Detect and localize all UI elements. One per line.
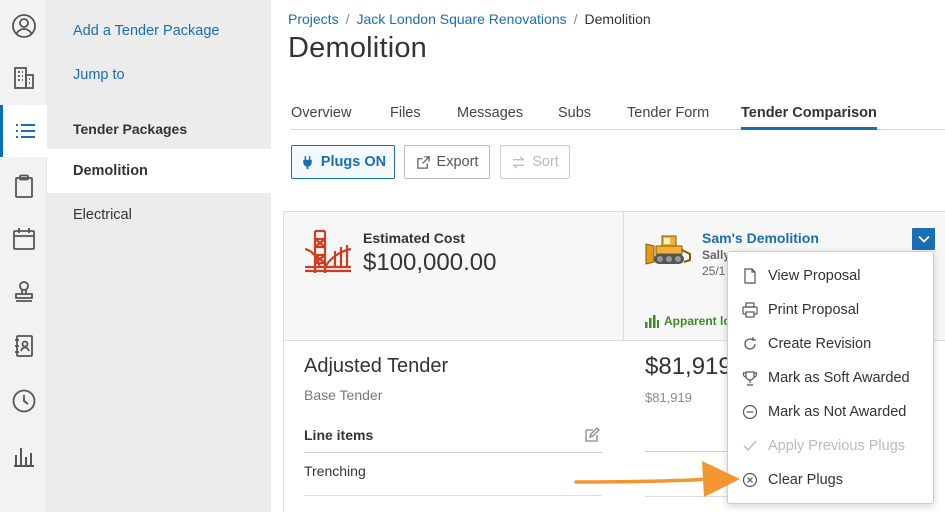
breadcrumb-separator: / (345, 11, 350, 27)
breadcrumb-separator: / (573, 11, 578, 27)
estimated-cost-label: Estimated Cost (363, 230, 465, 246)
tab-tender-comparison[interactable]: Tender Comparison (741, 105, 877, 130)
address-book-icon[interactable] (0, 320, 47, 372)
sort-icon (512, 155, 525, 169)
menu-item-label: Mark as Not Awarded (768, 404, 907, 420)
adjusted-tender-title: Adjusted Tender (304, 355, 449, 377)
revision-icon (744, 337, 756, 350)
breadcrumb-project[interactable]: Jack London Square Renovations (356, 11, 566, 27)
trophy-icon (742, 371, 758, 386)
page-title: Demolition (288, 32, 427, 64)
breadcrumb: Projects / Jack London Square Renovations /… (288, 11, 651, 27)
tab-tender-form[interactable]: Tender Form (627, 105, 709, 127)
bridge-icon (305, 229, 351, 273)
bid-amount: $81,919 (645, 353, 732, 380)
annotation-arrow-icon (574, 461, 740, 497)
check-icon (743, 440, 757, 452)
apparent-low-badge: Apparent lo (644, 313, 731, 329)
nav-item-electrical[interactable]: Electrical (47, 193, 271, 237)
x-circle-icon (742, 472, 758, 488)
tender-packages-heading: Tender Packages (73, 121, 188, 137)
add-tender-package-link[interactable]: Add a Tender Package (73, 23, 219, 39)
menu-item-print-proposal[interactable]: Print Proposal (728, 293, 933, 327)
tab-files[interactable]: Files (390, 105, 421, 127)
nav-item-demolition[interactable]: Demolition (47, 149, 271, 193)
clipboard-icon[interactable] (0, 160, 47, 212)
minus-circle-icon (742, 404, 758, 420)
tender-package-nav: Add a Tender Package Jump to Tender Pack… (47, 0, 271, 512)
tab-messages[interactable]: Messages (457, 105, 523, 127)
sort-label: Sort (532, 154, 559, 170)
menu-item-view-proposal[interactable]: View Proposal (728, 259, 933, 293)
chevron-down-icon (917, 235, 930, 243)
estimated-cost-cell: Estimated Cost $100,000.00 (284, 212, 624, 341)
base-tender-label: Base Tender (304, 387, 383, 403)
export-button[interactable]: Export (404, 145, 490, 179)
menu-item-label: Clear Plugs (768, 472, 843, 488)
user-circle-icon[interactable] (0, 0, 47, 52)
line-item-row: Trenching (304, 463, 602, 496)
clock-icon[interactable] (0, 375, 47, 427)
list-icon[interactable] (0, 105, 47, 157)
plugs-on-button[interactable]: Plugs ON (291, 145, 395, 179)
stamp-icon[interactable] (0, 266, 47, 318)
menu-item-label: Create Revision (768, 336, 872, 352)
tab-overview[interactable]: Overview (291, 105, 351, 127)
jump-to-link[interactable]: Jump to (73, 67, 125, 83)
menu-item-mark-not-awarded[interactable]: Mark as Not Awarded (728, 395, 933, 429)
bidder-menu-toggle[interactable] (912, 228, 935, 250)
bidder-date: 25/1 (702, 264, 726, 278)
tab-subs[interactable]: Subs (558, 105, 591, 127)
menu-item-mark-soft-awarded[interactable]: Mark as Soft Awarded (728, 361, 933, 395)
bidder-contact: Sally (702, 248, 731, 262)
menu-item-clear-plugs[interactable]: Clear Plugs (728, 463, 933, 497)
plugs-on-label: Plugs ON (320, 154, 387, 170)
line-items-label: Line items (304, 427, 374, 443)
edit-icon[interactable] (584, 427, 600, 443)
sort-button[interactable]: Sort (500, 145, 570, 179)
bar-chart-icon (645, 315, 659, 328)
line-item-label: Trenching (304, 463, 366, 479)
menu-item-label: Apply Previous Plugs (768, 438, 906, 454)
export-label: Export (436, 154, 479, 170)
bidder-name-link[interactable]: Sam's Demolition (702, 230, 819, 246)
tab-bar: Overview Files Messages Subs Tender Form… (291, 100, 945, 130)
calendar-icon[interactable] (0, 213, 47, 265)
bar-chart-icon[interactable] (0, 430, 47, 482)
menu-item-label: View Proposal (768, 268, 861, 284)
menu-item-label: Mark as Soft Awarded (768, 370, 910, 386)
menu-item-label: Print Proposal (768, 302, 860, 318)
estimated-cost-value: $100,000.00 (363, 249, 497, 276)
bid-amount-original: $81,919 (645, 390, 692, 405)
building-icon[interactable] (0, 52, 47, 104)
icon-rail (0, 0, 47, 512)
breadcrumb-current: Demolition (584, 11, 651, 27)
export-icon (416, 155, 430, 169)
menu-item-create-revision[interactable]: Create Revision (728, 327, 933, 361)
printer-icon (742, 302, 758, 318)
bidder-actions-menu: View Proposal Print Proposal Create Revi… (727, 251, 934, 504)
menu-item-apply-previous-plugs[interactable]: Apply Previous Plugs (728, 429, 933, 463)
apparent-low-label: Apparent lo (664, 314, 731, 328)
bulldozer-icon (645, 235, 691, 265)
breadcrumb-projects[interactable]: Projects (288, 11, 339, 27)
document-icon (744, 268, 756, 284)
line-items-header: Line items (304, 427, 602, 453)
plug-icon (303, 155, 312, 169)
